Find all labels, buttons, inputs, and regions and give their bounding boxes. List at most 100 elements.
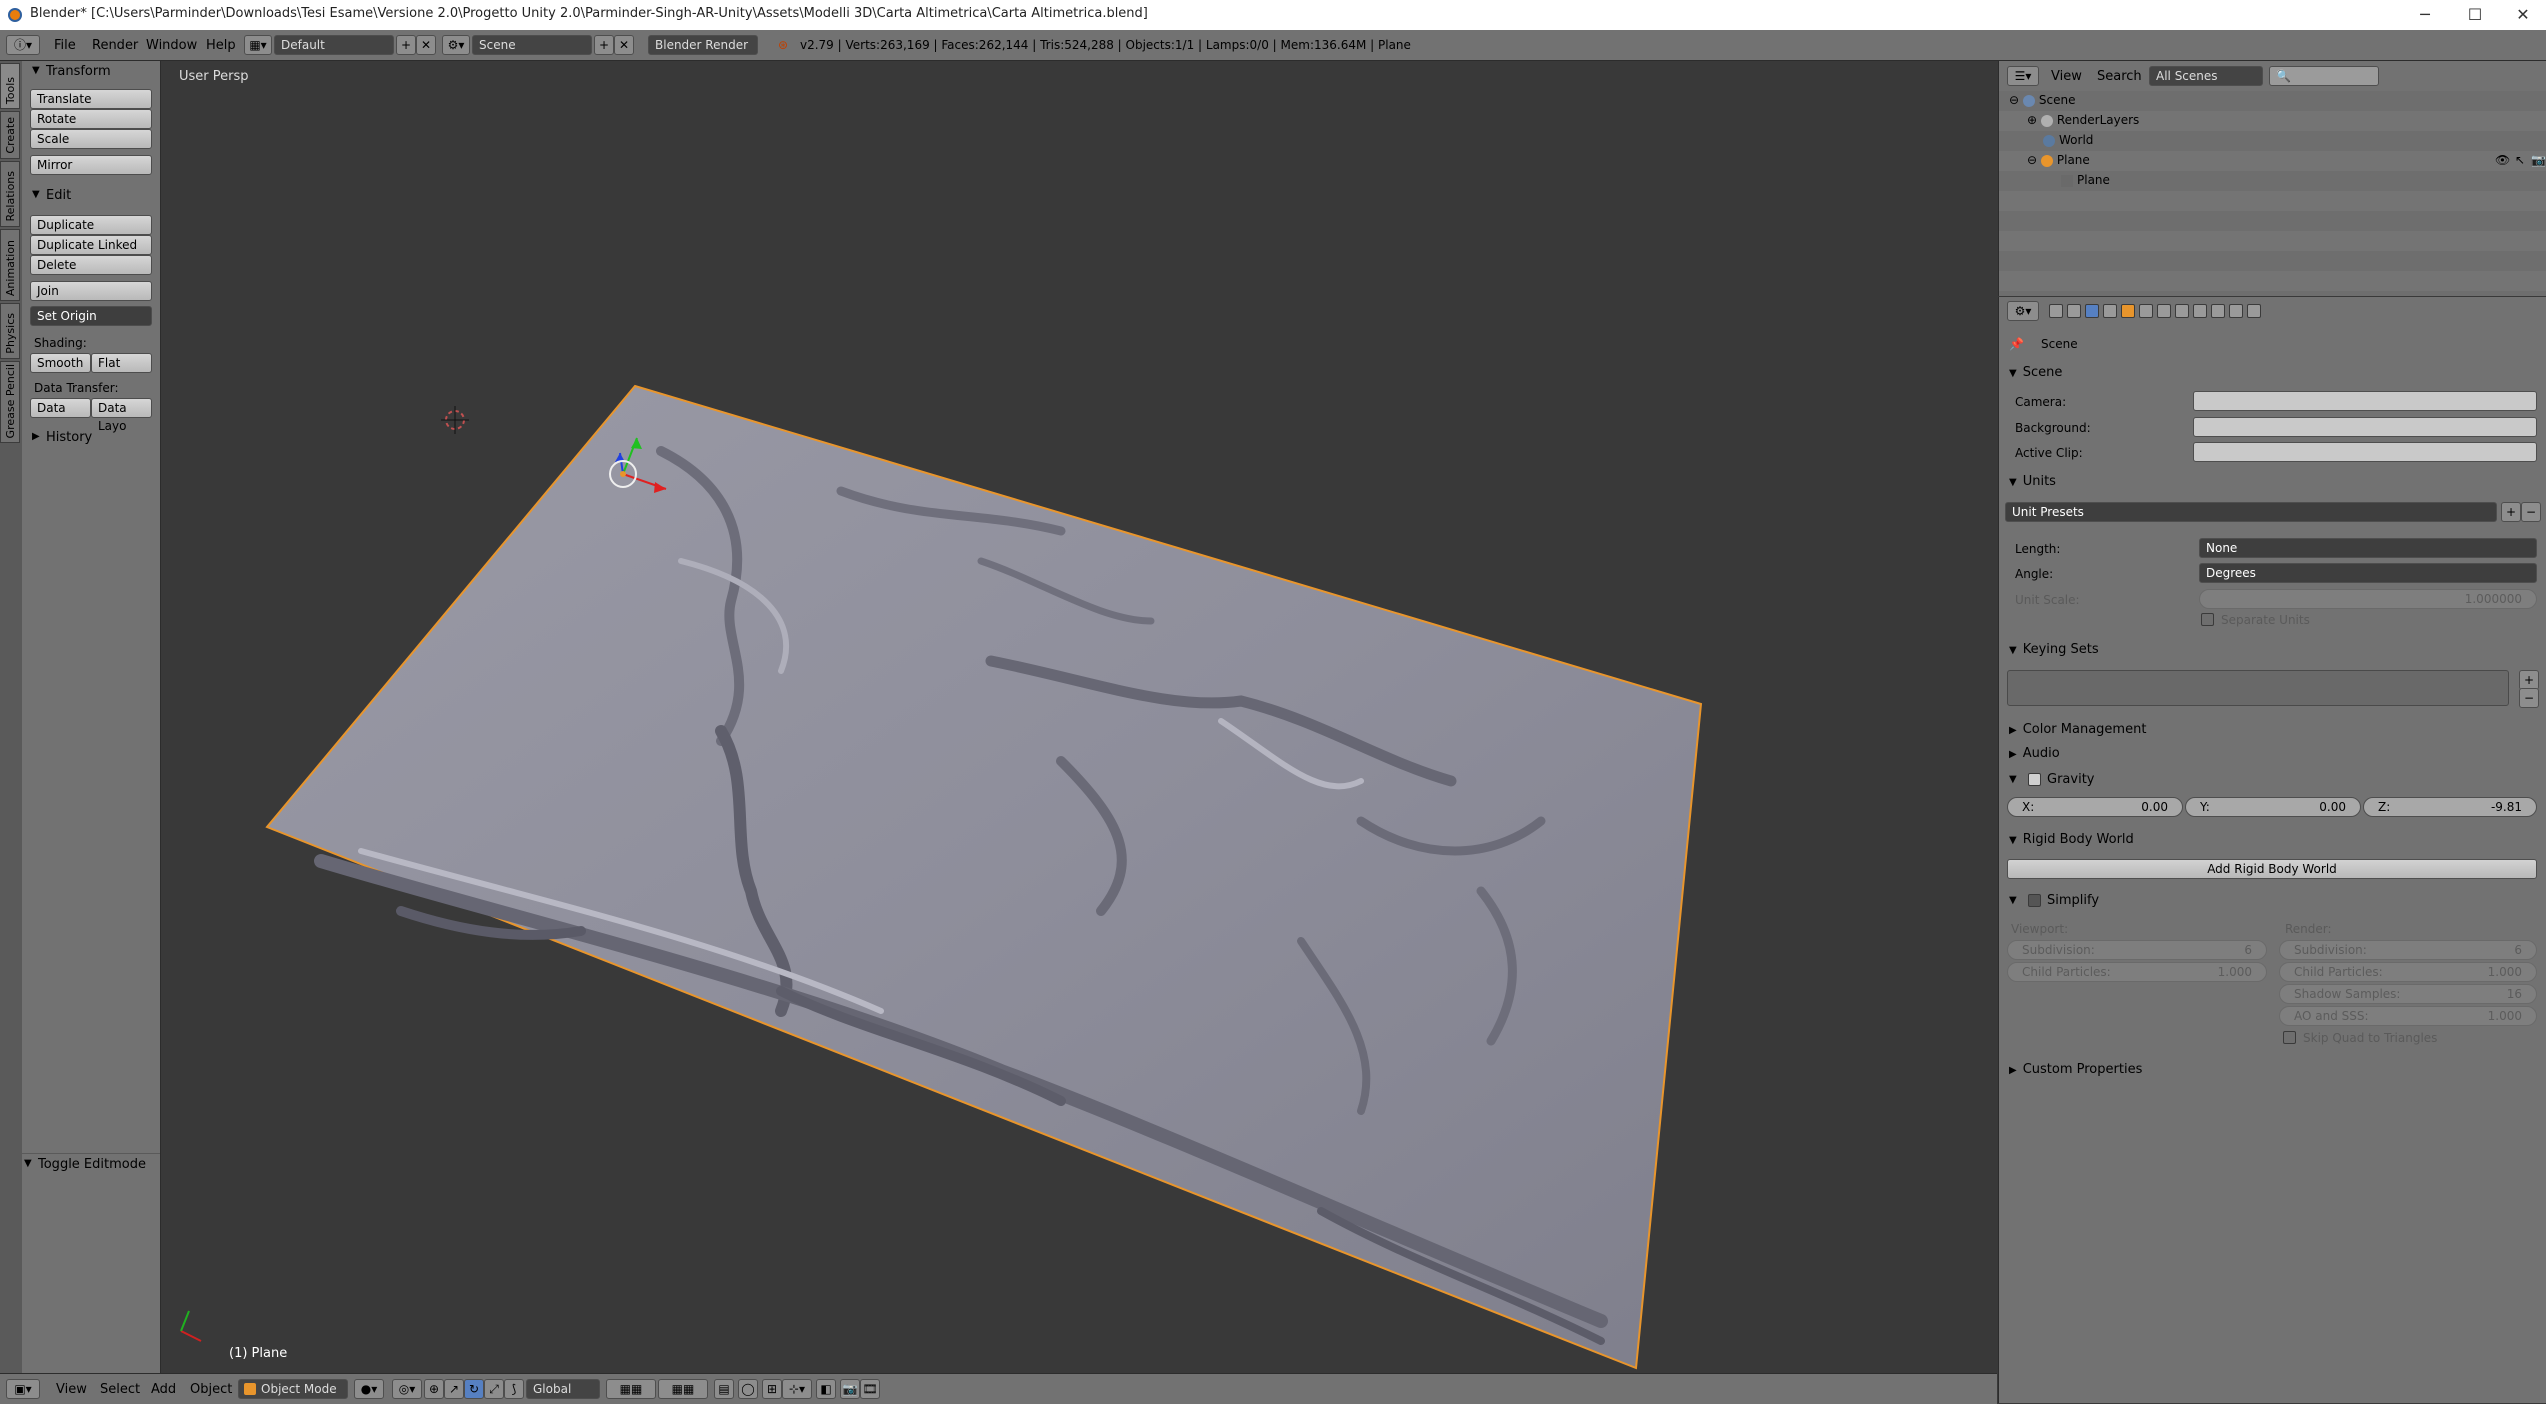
viewport-shading-icon[interactable]: ●▾ bbox=[354, 1379, 384, 1399]
simplify-checkbox[interactable] bbox=[2028, 894, 2041, 907]
flat-button[interactable]: Flat bbox=[91, 353, 152, 373]
rotate-manipulator-icon[interactable]: ↻ bbox=[464, 1379, 484, 1399]
scene-tab-icon[interactable] bbox=[2085, 304, 2099, 318]
duplicate-button[interactable]: Duplicate bbox=[30, 215, 152, 235]
rotate-button[interactable]: Rotate bbox=[30, 109, 152, 129]
outliner-display-mode-dropdown[interactable]: All Scenes bbox=[2149, 66, 2263, 86]
transform-panel-header[interactable]: ▼ Transform bbox=[22, 61, 160, 83]
render-preview-icon[interactable]: ◧ bbox=[816, 1379, 836, 1399]
scene-icon[interactable]: ⚙▾ bbox=[442, 35, 470, 55]
tree-item-renderlayers[interactable]: ⊕ RenderLayers bbox=[2027, 113, 2139, 127]
renderable-camera-icon[interactable]: 📷 bbox=[2531, 153, 2546, 167]
length-dropdown[interactable]: None bbox=[2199, 538, 2537, 558]
menu-object[interactable]: Object bbox=[190, 1382, 232, 1397]
tab-grease-pencil[interactable]: Grease Pencil bbox=[0, 361, 20, 443]
remove-keying-set-icon[interactable]: − bbox=[2519, 688, 2539, 708]
plane-object[interactable] bbox=[265, 384, 1703, 1370]
gravity-checkbox[interactable] bbox=[2028, 773, 2041, 786]
outliner-menu-view[interactable]: View bbox=[2051, 69, 2082, 84]
material-tab-icon[interactable] bbox=[2193, 304, 2207, 318]
world-tab-icon[interactable] bbox=[2103, 304, 2117, 318]
render-engine-dropdown[interactable]: Blender Render bbox=[648, 35, 758, 55]
edit-panel-header[interactable]: ▼ Edit bbox=[22, 185, 160, 207]
camera-field[interactable] bbox=[2193, 391, 2537, 411]
background-field[interactable] bbox=[2193, 417, 2537, 437]
snap-icon[interactable]: ⊞ bbox=[762, 1379, 782, 1399]
add-rigid-body-world-button[interactable]: Add Rigid Body World bbox=[2007, 859, 2537, 879]
set-origin-dropdown[interactable]: Set Origin bbox=[30, 306, 152, 326]
menu-view[interactable]: View bbox=[56, 1382, 87, 1397]
modifiers-tab-icon[interactable] bbox=[2157, 304, 2171, 318]
menu-add[interactable]: Add bbox=[151, 1382, 176, 1397]
transform-orientation-dropdown[interactable]: Global bbox=[526, 1379, 600, 1399]
audio-section-header[interactable]: ▶ Audio bbox=[2009, 746, 2060, 761]
tree-item-plane-object[interactable]: ⊖ Plane bbox=[2027, 153, 2090, 167]
texture-tab-icon[interactable] bbox=[2211, 304, 2225, 318]
pivot-point-icon[interactable]: ◎▾ bbox=[392, 1379, 422, 1399]
minimize-button[interactable]: ─ bbox=[2402, 0, 2448, 30]
toggle-editmode-panel[interactable]: ▼ Toggle Editmode bbox=[22, 1153, 160, 1176]
menu-render[interactable]: Render bbox=[92, 38, 138, 53]
delete-button[interactable]: Delete bbox=[30, 255, 152, 275]
tree-item-scene[interactable]: ⊖ Scene bbox=[2009, 93, 2075, 107]
color-management-section-header[interactable]: ▶ Color Management bbox=[2009, 722, 2146, 737]
remove-scene-icon[interactable]: ✕ bbox=[614, 35, 634, 55]
data-tab-icon[interactable] bbox=[2175, 304, 2189, 318]
manipulator-toggle-icon[interactable]: ⊕ bbox=[424, 1379, 444, 1399]
add-screen-icon[interactable]: + bbox=[396, 35, 416, 55]
scene-canvas[interactable] bbox=[161, 61, 1997, 1373]
gravity-z-field[interactable]: Z: -9.81 bbox=[2363, 797, 2537, 817]
layers-grid-1-icon[interactable]: ▦▦ bbox=[606, 1379, 656, 1399]
add-keying-set-icon[interactable]: + bbox=[2519, 670, 2539, 690]
data-button[interactable]: Data bbox=[30, 398, 91, 418]
close-button[interactable]: ✕ bbox=[2500, 0, 2546, 30]
add-preset-icon[interactable]: + bbox=[2501, 502, 2521, 522]
translate-manipulator-icon[interactable]: ↗ bbox=[444, 1379, 464, 1399]
pin-icon[interactable]: 📌 bbox=[2009, 337, 2024, 351]
render-tab-icon[interactable] bbox=[2049, 304, 2063, 318]
scene-section-header[interactable]: ▼ Scene bbox=[2009, 365, 2062, 380]
tab-create[interactable]: Create bbox=[0, 111, 20, 159]
constraints-tab-icon[interactable] bbox=[2139, 304, 2153, 318]
keying-sets-section-header[interactable]: ▼ Keying Sets bbox=[2009, 642, 2099, 657]
rigid-body-world-section-header[interactable]: ▼ Rigid Body World bbox=[2009, 832, 2134, 847]
opengl-render-icon[interactable]: 📷 bbox=[840, 1379, 860, 1399]
active-clip-field[interactable] bbox=[2193, 442, 2537, 462]
keying-sets-list[interactable] bbox=[2007, 670, 2509, 706]
duplicate-linked-button[interactable]: Duplicate Linked bbox=[30, 235, 152, 255]
outliner-editor-type-icon[interactable]: ☰▾ bbox=[2007, 66, 2039, 86]
data-layout-button[interactable]: Data Layo bbox=[91, 398, 152, 433]
add-scene-icon[interactable]: + bbox=[594, 35, 614, 55]
curve-icon[interactable]: ⟆ bbox=[504, 1379, 524, 1399]
editor-type-icon[interactable]: ⓘ▾ bbox=[6, 35, 40, 55]
tab-relations[interactable]: Relations bbox=[0, 161, 20, 227]
tree-item-world[interactable]: World bbox=[2043, 133, 2093, 147]
history-panel-header[interactable]: ▶ History bbox=[22, 427, 160, 449]
menu-file[interactable]: File bbox=[54, 38, 76, 53]
scale-manipulator-icon[interactable]: ⤢ bbox=[484, 1379, 504, 1399]
opengl-anim-icon[interactable]: 🎞 bbox=[860, 1379, 880, 1399]
gravity-y-field[interactable]: Y: 0.00 bbox=[2185, 797, 2361, 817]
properties-editor-type-icon[interactable]: ⚙▾ bbox=[2007, 301, 2039, 321]
maximize-button[interactable]: ☐ bbox=[2452, 0, 2498, 30]
proportional-edit-icon[interactable]: ◯ bbox=[738, 1379, 758, 1399]
scene-field[interactable]: Scene bbox=[472, 35, 592, 55]
outliner-menu-search[interactable]: Search bbox=[2097, 69, 2142, 84]
tab-physics[interactable]: Physics bbox=[0, 303, 20, 359]
remove-preset-icon[interactable]: − bbox=[2521, 502, 2541, 522]
remove-screen-icon[interactable]: ✕ bbox=[416, 35, 436, 55]
units-section-header[interactable]: ▼ Units bbox=[2009, 474, 2056, 489]
object-tab-icon[interactable] bbox=[2121, 304, 2135, 318]
simplify-section-header[interactable]: ▼ bbox=[2009, 892, 2023, 907]
mirror-button[interactable]: Mirror bbox=[30, 155, 152, 175]
menu-window[interactable]: Window bbox=[146, 38, 197, 53]
menu-help[interactable]: Help bbox=[206, 38, 236, 53]
menu-select[interactable]: Select bbox=[100, 1382, 140, 1397]
outliner-search-input[interactable]: 🔍 bbox=[2269, 66, 2379, 86]
layers-grid-2-icon[interactable]: ▦▦ bbox=[658, 1379, 708, 1399]
screen-layout-field[interactable]: Default bbox=[274, 35, 394, 55]
unit-presets-dropdown[interactable]: Unit Presets bbox=[2005, 502, 2497, 522]
join-button[interactable]: Join bbox=[30, 281, 152, 301]
scale-button[interactable]: Scale bbox=[30, 129, 152, 149]
tab-animation[interactable]: Animation bbox=[0, 229, 20, 301]
